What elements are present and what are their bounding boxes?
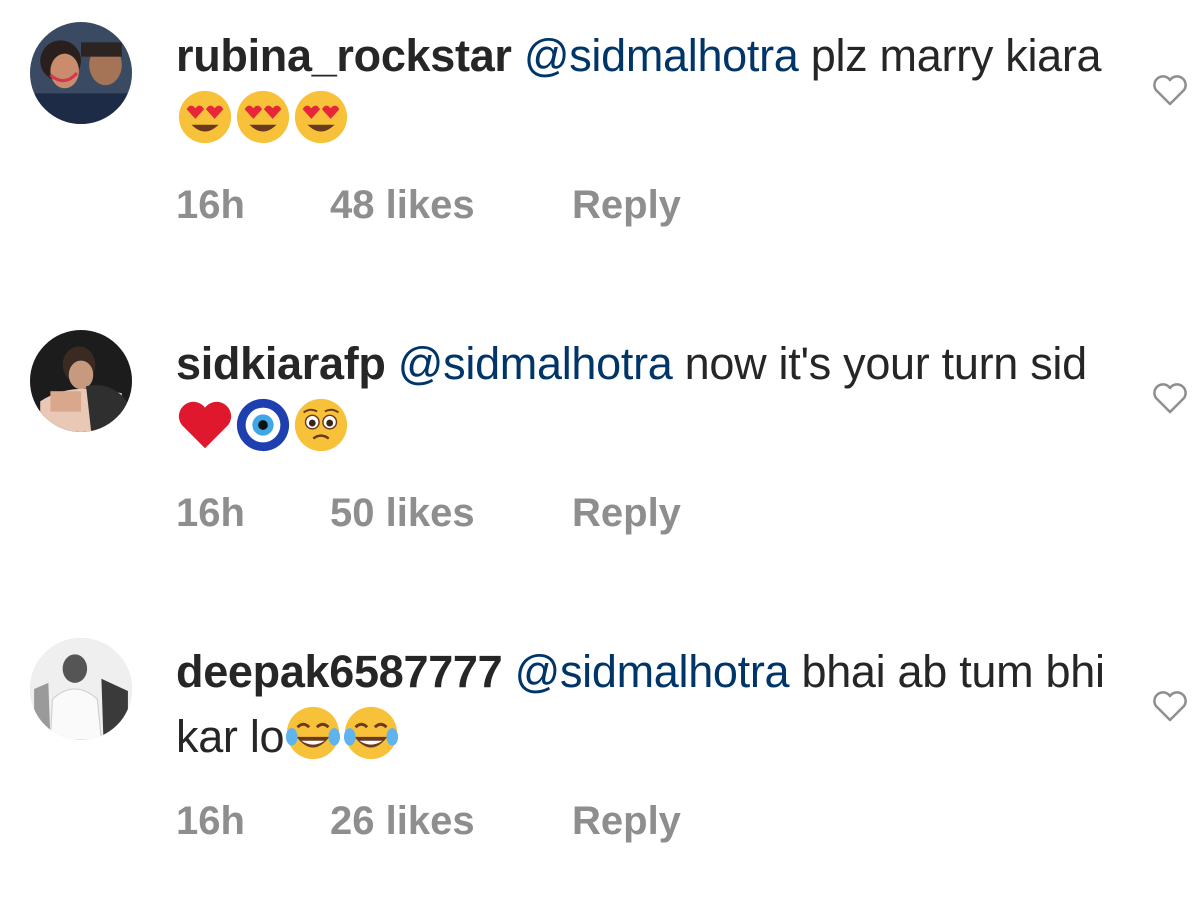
comment-meta: 16h 50 likes Reply: [176, 488, 681, 538]
comment-meta: 16h 48 likes Reply: [176, 180, 681, 230]
comment-text: deepak6587777 @sidmalhotra bhai ab tum b…: [176, 640, 1116, 769]
comment-username[interactable]: rubina_rockstar: [176, 30, 512, 81]
comment-text: sidkiarafp @sidmalhotra now it's your tu…: [176, 332, 1116, 461]
heart-outline-icon[interactable]: [1150, 70, 1190, 110]
comment-likes-count[interactable]: 48 likes: [330, 180, 572, 230]
avatar[interactable]: [30, 330, 132, 432]
comment-body: now it's your turn sid: [672, 338, 1087, 389]
heart-outline-icon[interactable]: [1150, 686, 1190, 726]
comment-mention[interactable]: @sidmalhotra: [515, 646, 790, 697]
pleading-face-emoji: [292, 396, 350, 454]
reply-button[interactable]: Reply: [572, 796, 681, 846]
comment-text: rubina_rockstar @sidmalhotra plz marry k…: [176, 24, 1116, 153]
comment-timestamp: 16h: [176, 491, 245, 535]
nazar-amulet-emoji: [234, 396, 292, 454]
avatar[interactable]: [30, 22, 132, 124]
red-heart-emoji: [176, 396, 234, 454]
comment-mention[interactable]: @sidmalhotra: [524, 30, 799, 81]
tears-of-joy-emoji: [342, 704, 400, 762]
reply-button[interactable]: Reply: [572, 488, 681, 538]
comment-item: deepak6587777 @sidmalhotra bhai ab tum b…: [0, 616, 1200, 886]
comment-timestamp: 16h: [176, 799, 245, 843]
comment-mention[interactable]: @sidmalhotra: [398, 338, 673, 389]
comment-body: plz marry kiara: [798, 30, 1102, 81]
comment-meta: 16h 26 likes Reply: [176, 796, 681, 846]
comment-timestamp: 16h: [176, 183, 245, 227]
comment-username[interactable]: sidkiarafp: [176, 338, 386, 389]
avatar[interactable]: [30, 638, 132, 740]
heart-eyes-emoji: [292, 88, 350, 146]
heart-eyes-emoji: [234, 88, 292, 146]
heart-outline-icon[interactable]: [1150, 378, 1190, 418]
comment-username[interactable]: deepak6587777: [176, 646, 503, 697]
comment-likes-count[interactable]: 50 likes: [330, 488, 572, 538]
tears-of-joy-emoji: [284, 704, 342, 762]
comment-item: sidkiarafp @sidmalhotra now it's your tu…: [0, 308, 1200, 578]
reply-button[interactable]: Reply: [572, 180, 681, 230]
heart-eyes-emoji: [176, 88, 234, 146]
comment-item: rubina_rockstar @sidmalhotra plz marry k…: [0, 0, 1200, 270]
comment-likes-count[interactable]: 26 likes: [330, 796, 572, 846]
